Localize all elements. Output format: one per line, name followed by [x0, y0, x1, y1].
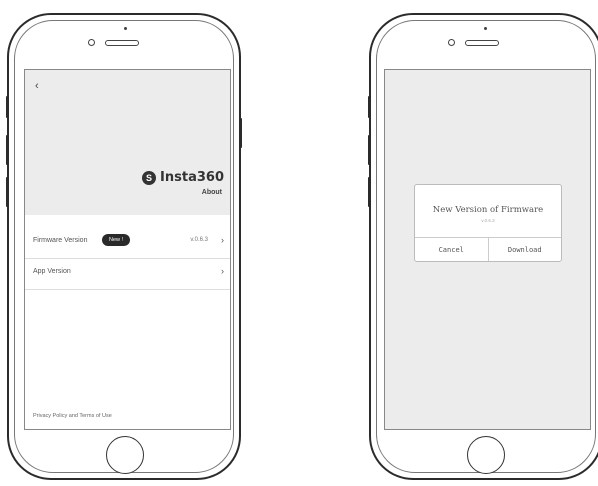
- brand-name: Insta360: [160, 170, 224, 185]
- front-camera: [448, 39, 455, 46]
- home-button[interactable]: [467, 436, 505, 474]
- brand-logo: S Insta360: [142, 170, 224, 185]
- dialog-actions: Cancel Download: [415, 237, 561, 261]
- phone-sensor: [124, 27, 127, 30]
- phone-sensor: [484, 27, 487, 30]
- new-badge: New !: [102, 234, 131, 246]
- phone-volume-button: [368, 96, 371, 118]
- dialog-title: New Version of Firmware: [432, 205, 544, 215]
- firmware-update-dialog: New Version of Firmware v.0.6.3 Cancel D…: [414, 184, 562, 262]
- dialog-subtitle: v.0.6.3: [481, 218, 495, 223]
- front-camera: [88, 39, 95, 46]
- phone-volume-button: [6, 96, 9, 118]
- cancel-button[interactable]: Cancel: [415, 238, 488, 261]
- about-screen: ‹ S Insta360 About Firmware Version New …: [24, 69, 231, 430]
- phone-speaker: [465, 40, 499, 46]
- app-version-label: App Version: [33, 268, 71, 275]
- phone-volume-button: [6, 135, 9, 165]
- phone-volume-button: [6, 177, 9, 207]
- chevron-right-icon: ›: [221, 235, 224, 245]
- firmware-version-row[interactable]: Firmware Version New ! v.0.6.3 ›: [25, 224, 230, 259]
- app-version-row[interactable]: App Version ›: [25, 255, 230, 290]
- phone-volume-button: [368, 135, 371, 165]
- page-title: About: [201, 189, 222, 196]
- download-button[interactable]: Download: [487, 238, 562, 261]
- firmware-dialog-screen: New Version of Firmware v.0.6.3 Cancel D…: [384, 69, 591, 430]
- privacy-policy-link[interactable]: Privacy Policy and Terms of Use: [33, 413, 112, 419]
- about-header: ‹ S Insta360 About: [25, 70, 230, 215]
- back-icon[interactable]: ‹: [35, 80, 39, 92]
- phone-speaker: [105, 40, 139, 46]
- phone-power-button: [239, 118, 242, 148]
- home-button[interactable]: [106, 436, 144, 474]
- firmware-version-label: Firmware Version: [33, 237, 88, 244]
- insta360-logo-icon: S: [142, 170, 157, 185]
- phone-volume-button: [368, 177, 371, 207]
- firmware-version-value: v.0.6.3: [190, 237, 208, 243]
- chevron-right-icon: ›: [221, 266, 224, 276]
